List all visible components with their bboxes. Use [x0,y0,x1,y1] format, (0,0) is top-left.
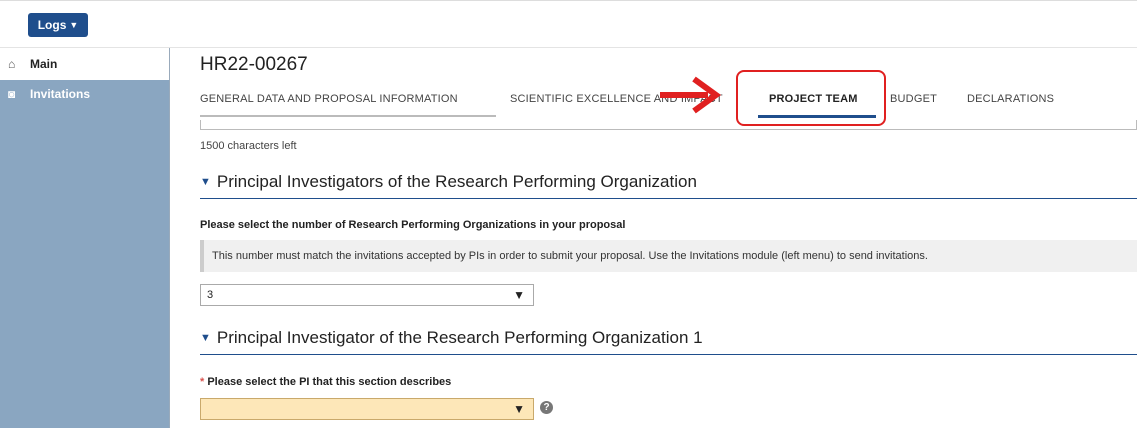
sidebar-item-label: Main [30,57,58,71]
logs-label: Logs [37,18,67,32]
sidebar-item-label: Invitations [30,87,91,101]
pi-select[interactable]: ▼ [200,398,534,420]
sidebar: ⌂ Main ◙ Invitations [0,48,170,428]
invitations-icon: ◙ [8,87,16,101]
rpo-count-select[interactable]: 3 ▼ [200,284,534,306]
sidebar-item-invitations[interactable]: ◙ Invitations [0,80,169,108]
chevron-down-icon: ▼ [200,332,211,344]
highlight-box [736,70,886,126]
text-area-bottom[interactable] [200,120,1137,130]
tab-budget[interactable]: BUDGET [890,93,937,105]
notice-text: This number must match the invitations a… [212,250,928,262]
main-content: HR22-00267 GENERAL DATA AND PROPOSAL INF… [170,48,1137,428]
chevron-down-icon: ▼ [200,176,211,188]
red-arrow-icon [660,76,722,114]
rpo-count-label: Please select the number of Research Per… [200,219,626,231]
section-header-pis[interactable]: ▼ Principal Investigators of the Researc… [200,172,1137,199]
sidebar-item-main[interactable]: ⌂ Main [0,48,169,80]
page-title: HR22-00267 [200,54,308,75]
select-value: 3 [207,289,214,301]
label-text: Please select the PI that this section d… [207,376,452,388]
section-header-pi-1[interactable]: ▼ Principal Investigator of the Research… [200,328,1137,355]
pi-select-label: * Please select the PI that this section… [200,376,451,388]
chevron-down-icon: ▼ [513,402,525,416]
logs-dropdown-button[interactable]: Logs ▼ [28,13,88,37]
tab-underline-general [200,115,496,117]
required-marker: * [200,376,205,388]
tab-general-data[interactable]: GENERAL DATA AND PROPOSAL INFORMATION [200,93,458,105]
caret-down-icon: ▼ [69,20,79,30]
home-icon: ⌂ [8,57,16,71]
tab-declarations[interactable]: DECLARATIONS [967,93,1054,105]
top-bar: Logs ▼ [0,0,1137,48]
chevron-down-icon: ▼ [513,288,525,302]
characters-left: 1500 characters left [200,140,297,152]
section-title: Principal Investigators of the Research … [216,172,697,191]
section-title: Principal Investigator of the Research P… [216,328,703,347]
help-icon[interactable]: ? [540,401,553,414]
info-notice: This number must match the invitations a… [200,240,1137,272]
